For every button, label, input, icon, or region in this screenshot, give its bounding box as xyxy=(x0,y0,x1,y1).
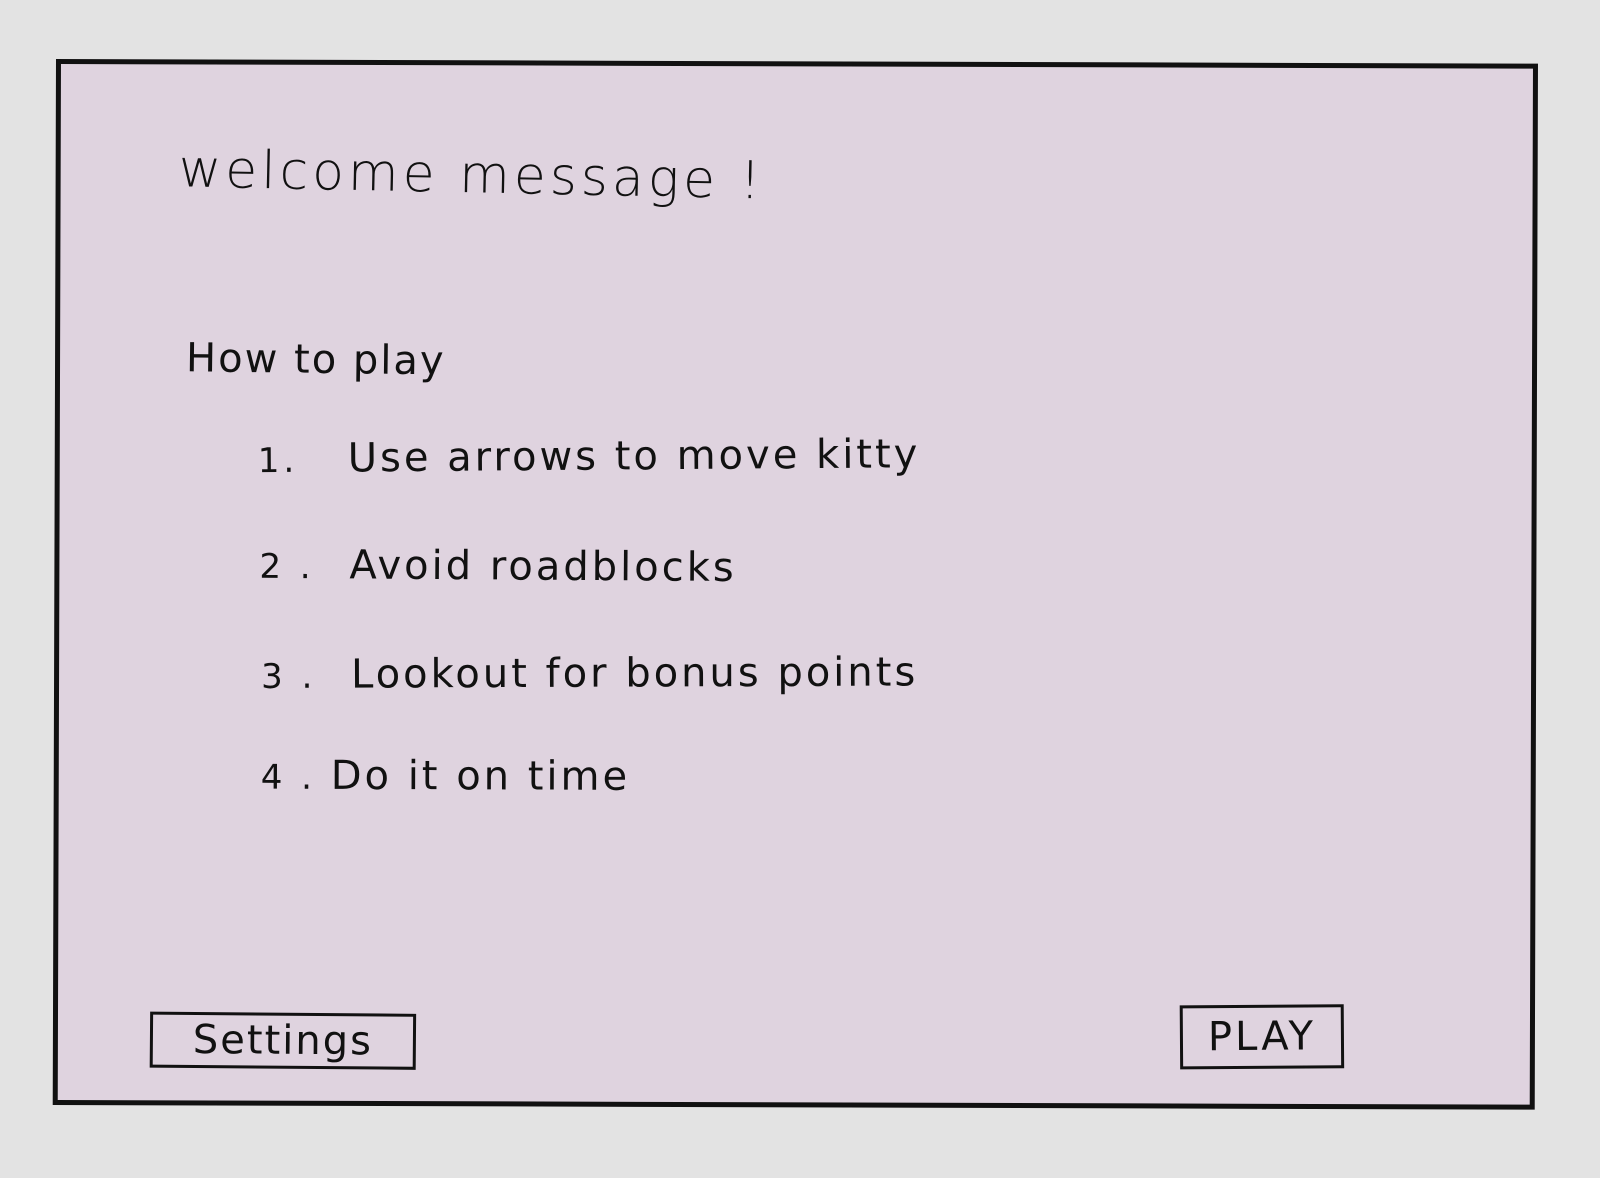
step-number: 2 . xyxy=(259,546,315,588)
play-button[interactable]: PLAY xyxy=(1179,1004,1345,1070)
instruction-step-3: 3 . Lookout for bonus points xyxy=(261,649,918,698)
step-number: 3 . xyxy=(261,656,317,697)
how-to-play-heading: How to play xyxy=(185,335,446,385)
settings-button[interactable]: Settings xyxy=(149,1011,417,1070)
step-number: 1. xyxy=(257,440,299,482)
step-text: Do it on time xyxy=(330,752,631,800)
instruction-step-2: 2 . Avoid roadblocks xyxy=(259,542,737,591)
step-text: Avoid roadblocks xyxy=(349,542,737,591)
instruction-step-1: 1. Use arrows to move kitty xyxy=(258,431,921,482)
step-text: Use arrows to move kitty xyxy=(347,431,921,482)
step-number: 4 . xyxy=(260,757,317,798)
instruction-step-4: 4 . Do it on time xyxy=(261,753,631,800)
welcome-message: welcome message ! xyxy=(178,139,766,212)
game-start-panel: welcome message ! How to play 1. Use arr… xyxy=(52,59,1538,1110)
step-text: Lookout for bonus points xyxy=(350,649,919,698)
